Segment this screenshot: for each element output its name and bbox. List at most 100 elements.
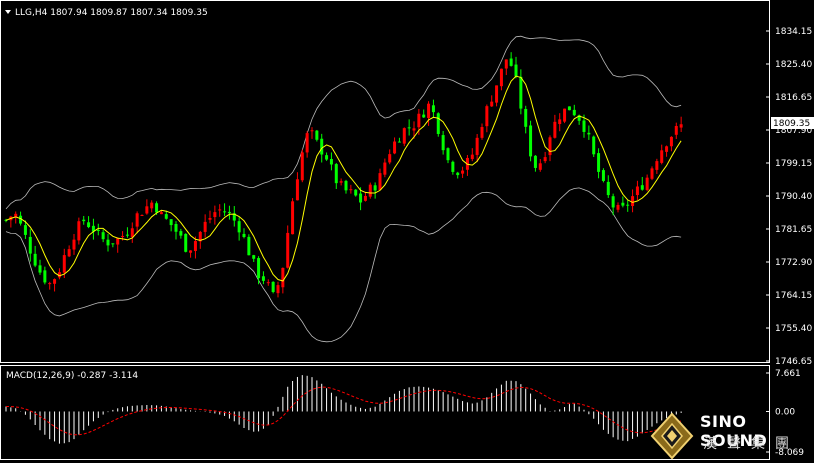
moving-average — [5, 75, 682, 282]
candle-body — [223, 211, 227, 213]
candle-body — [145, 206, 149, 214]
candle-body — [640, 185, 644, 190]
candle-body — [538, 163, 542, 170]
candle-body — [242, 233, 246, 237]
candle-body — [310, 130, 314, 132]
candle-body — [208, 217, 212, 220]
candle-body — [53, 279, 57, 284]
candle-body — [247, 236, 251, 256]
candle-body — [645, 177, 649, 190]
candle-body — [184, 233, 188, 252]
price-axis: 1834.151825.401816.651807.901799.151790.… — [766, 27, 812, 367]
candle-body — [679, 124, 683, 128]
sino-sound-logo-icon — [650, 412, 694, 460]
candle-body — [495, 85, 499, 103]
chart-canvas: 1834.151825.401816.651807.901799.151790.… — [0, 0, 814, 460]
candle-body — [655, 161, 659, 170]
candle-body — [480, 127, 484, 138]
candle-body — [470, 154, 474, 160]
candle-body — [475, 137, 479, 155]
price-tick-label: 1764.15 — [775, 291, 812, 301]
candle-body — [427, 103, 431, 118]
candle-body — [621, 202, 625, 206]
candle-body — [189, 250, 193, 253]
candle-body — [349, 189, 353, 191]
candle-body — [665, 146, 669, 152]
candle-body — [106, 239, 110, 246]
candle-body — [558, 119, 562, 125]
candle-body — [563, 108, 567, 122]
candle-body — [28, 236, 32, 254]
candle-body — [553, 121, 557, 138]
price-tick-label: 1790.40 — [775, 192, 812, 202]
candle-body — [344, 180, 348, 191]
candle-body — [291, 201, 295, 235]
candle-body — [422, 114, 426, 118]
candle-body — [567, 106, 571, 111]
candle-body — [412, 128, 416, 131]
candle-body — [529, 125, 533, 157]
candle-body — [388, 154, 392, 163]
candle-body — [213, 212, 217, 218]
candle-body — [597, 153, 601, 172]
candle-body — [417, 113, 421, 128]
price-tick-label: 1781.65 — [775, 225, 812, 235]
candle-body — [135, 213, 139, 227]
candle-body — [43, 270, 47, 283]
candle-body — [601, 170, 605, 181]
candle-body — [237, 221, 241, 233]
candle-body — [67, 249, 71, 257]
candle-body — [121, 235, 125, 237]
candle-body — [300, 152, 304, 181]
candle-body — [485, 106, 489, 127]
candle-body — [48, 283, 52, 285]
candle-body — [383, 162, 387, 175]
candle-body — [509, 58, 513, 66]
macd-histogram — [5, 375, 682, 444]
candle-body — [631, 196, 635, 207]
candle-body — [363, 195, 367, 201]
candle-body — [33, 253, 37, 266]
candle-body — [150, 202, 154, 209]
ma-line — [5, 75, 682, 282]
candle-body — [660, 150, 664, 163]
current-price-label: 1809.35 — [773, 119, 810, 129]
chart-info-label: LLG,H4 1807.94 1809.87 1807.34 1809.35 — [15, 8, 208, 18]
candle-body — [572, 109, 576, 116]
candle-body — [456, 172, 460, 176]
bollinger-bands — [5, 35, 682, 343]
candle-body — [193, 241, 197, 251]
candle-body — [218, 209, 222, 211]
candle-body — [23, 225, 27, 235]
candle-body — [62, 255, 66, 273]
candle-body — [436, 113, 440, 134]
candle-body — [587, 132, 591, 135]
sino-sound-watermark: SINO SOUND 漢聲集團 — [648, 408, 814, 463]
candle-body — [446, 148, 450, 161]
candle-body — [441, 135, 445, 151]
candle-body — [82, 219, 86, 222]
candle-body — [359, 193, 363, 203]
price-tick-label: 1799.15 — [775, 159, 812, 169]
candle-body — [252, 255, 256, 259]
candle-body — [626, 204, 630, 206]
price-tick-label: 1834.15 — [775, 27, 812, 37]
bollinger-upper — [5, 35, 682, 210]
candle-body — [295, 179, 299, 201]
candle-body — [125, 234, 129, 236]
candle-body — [286, 232, 290, 268]
macd-signal-line — [5, 386, 682, 436]
candle-body — [315, 130, 319, 140]
candle-body — [329, 158, 333, 165]
dropdown-triangle-icon[interactable] — [5, 10, 11, 14]
candle-body — [548, 137, 552, 156]
signal-line — [5, 386, 682, 436]
candle-body — [524, 108, 528, 127]
candle-body — [339, 181, 343, 183]
candle-body — [582, 120, 586, 132]
candle-body — [38, 265, 42, 273]
candle-body — [519, 76, 523, 109]
candle-body — [116, 238, 120, 245]
price-tick-label: 1746.65 — [775, 357, 812, 367]
candle-body — [669, 136, 673, 147]
